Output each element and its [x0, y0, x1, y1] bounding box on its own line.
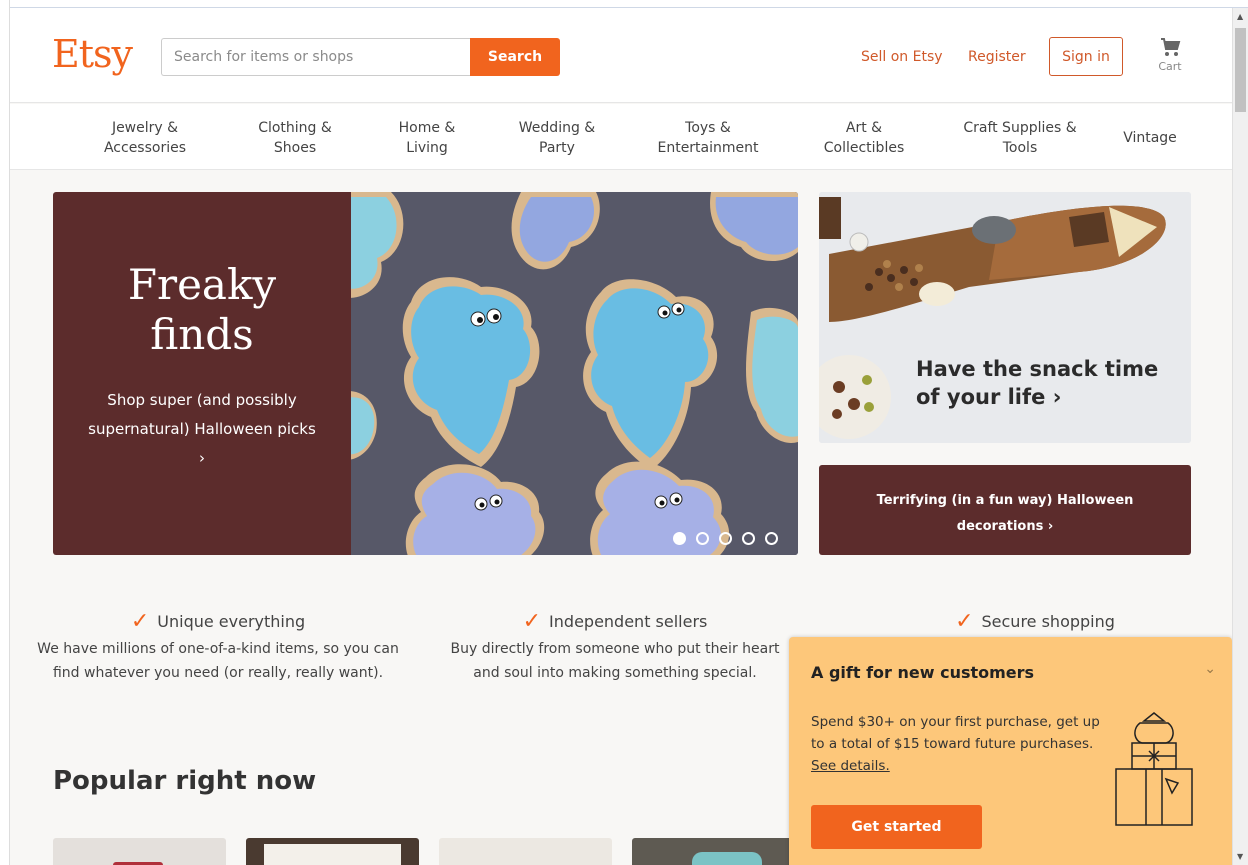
value-prop-title: Secure shopping — [981, 612, 1115, 631]
nav-item-clothing[interactable]: Clothing & Shoes — [242, 118, 348, 158]
nav-item-line: Craft Supplies & — [963, 120, 1077, 136]
nav-item-line: Party — [539, 140, 575, 156]
cart-button[interactable]: Cart — [1150, 34, 1190, 84]
listing-thumbnail[interactable] — [632, 838, 805, 865]
nav-item-line: Collectibles — [823, 140, 905, 156]
nav-item-line: Jewelry & — [111, 120, 179, 136]
listing-thumbnail[interactable] — [246, 838, 419, 865]
nav-item-line: Living — [406, 140, 448, 156]
browser-top-border — [0, 0, 1248, 8]
gift-stack-icon — [1115, 712, 1193, 826]
nav-item-wedding[interactable]: Wedding & Party — [506, 118, 608, 158]
nav-item-line: Toys & — [685, 120, 731, 136]
site-header: Etsy Search Sell on Etsy Register Sign i… — [10, 8, 1232, 103]
etsy-page: Etsy Search Sell on Etsy Register Sign i… — [10, 8, 1232, 865]
carousel-dot[interactable] — [742, 532, 755, 545]
hero-text-panel[interactable]: Freaky finds Shop super (and possibly su… — [53, 192, 351, 555]
hero-title-line: finds — [150, 310, 254, 359]
gift-popup-text: Spend $30+ on your first purchase, get u… — [811, 714, 1100, 752]
search-bar: Search — [161, 38, 560, 76]
value-prop-body: Buy directly from someone who put their … — [450, 641, 780, 681]
scroll-down-arrow-icon[interactable]: ▼ — [1237, 852, 1243, 861]
checkmark-icon: ✓ — [955, 608, 974, 634]
halloween-decorations-card[interactable]: Terrifying (in a fun way) Halloween deco… — [819, 465, 1191, 555]
nav-item-craft[interactable]: Craft Supplies & Tools — [950, 118, 1090, 158]
nav-item-line: Tools — [1002, 140, 1038, 156]
snack-promo-text[interactable]: Have the snack time of your life › — [916, 355, 1176, 411]
ghost-cookies-image[interactable] — [341, 192, 798, 555]
cart-icon — [1161, 38, 1181, 56]
nav-item-line: Shoes — [273, 140, 317, 156]
popular-heading: Popular right now — [53, 766, 317, 796]
search-button[interactable]: Search — [470, 38, 560, 76]
gift-popup-body: Spend $30+ on your first purchase, get u… — [811, 711, 1101, 777]
carousel-dot[interactable] — [765, 532, 778, 545]
nav-item-line: Vintage — [1123, 130, 1177, 146]
nav-item-line: Wedding & — [518, 120, 596, 136]
category-nav: Jewelry & Accessories Clothing & Shoes H… — [10, 104, 1232, 170]
hero-title: Freaky finds — [53, 260, 351, 360]
page-scrollbar[interactable]: ▲ ▼ — [1232, 8, 1248, 865]
nav-item-line: Home & — [398, 120, 456, 136]
scrollbar-thumb[interactable] — [1235, 28, 1246, 112]
nav-item-home[interactable]: Home & Living — [382, 118, 472, 158]
value-prop-unique: ✓ Unique everything We have millions of … — [30, 608, 406, 685]
checkmark-icon: ✓ — [522, 608, 542, 634]
halloween-decorations-text[interactable]: Terrifying (in a fun way) Halloween deco… — [859, 488, 1151, 540]
carousel-dot[interactable] — [673, 532, 686, 545]
gift-popup-title: A gift for new customers — [811, 663, 1035, 682]
collapse-chevron-icon[interactable]: ⌄ — [1204, 661, 1216, 677]
see-details-link[interactable]: See details. — [811, 758, 890, 774]
listing-thumbnail[interactable] — [53, 838, 226, 865]
snack-promo-card[interactable]: Have the snack time of your life › — [819, 192, 1191, 443]
value-prop-title: Unique everything — [157, 612, 306, 631]
value-prop-heading: ✓ Secure shopping — [910, 608, 1160, 634]
nav-item-line: Entertainment — [657, 140, 759, 156]
sell-on-etsy-link[interactable]: Sell on Etsy — [861, 49, 943, 65]
listing-thumbnail-detail — [264, 844, 401, 865]
hero-title-line: Freaky — [127, 260, 277, 309]
register-link[interactable]: Register — [968, 49, 1026, 65]
nav-item-jewelry[interactable]: Jewelry & Accessories — [82, 118, 208, 158]
sign-in-button[interactable]: Sign in — [1049, 37, 1123, 76]
scroll-up-arrow-icon[interactable]: ▲ — [1237, 12, 1243, 21]
search-input[interactable] — [161, 38, 471, 76]
ghost-cookies-illustration — [341, 192, 798, 555]
value-prop-heading: ✓ Independent sellers — [440, 608, 790, 634]
cart-label: Cart — [1158, 60, 1182, 73]
checkmark-icon: ✓ — [130, 608, 150, 634]
value-prop-secure: ✓ Secure shopping — [910, 608, 1160, 634]
value-prop-heading: ✓ Unique everything — [30, 608, 406, 634]
nav-item-art[interactable]: Art & Collectibles — [810, 118, 918, 158]
hero-carousel[interactable]: Freaky finds Shop super (and possibly su… — [53, 192, 798, 555]
nav-item-line: Art & — [845, 120, 883, 136]
hero-subtitle[interactable]: Shop super (and possibly supernatural) H… — [83, 386, 321, 473]
etsy-logo[interactable]: Etsy — [52, 32, 133, 76]
nav-item-vintage[interactable]: Vintage — [1114, 128, 1186, 148]
nav-item-line: Accessories — [103, 140, 187, 156]
new-customer-gift-popup: A gift for new customers ⌄ Spend $30+ on… — [789, 637, 1232, 865]
listing-thumbnail[interactable] — [439, 838, 612, 865]
nav-item-line: Clothing & — [258, 120, 332, 136]
browser-left-edge — [0, 0, 10, 865]
value-prop-body: We have millions of one-of-a-kind items,… — [37, 641, 399, 681]
carousel-dots — [673, 532, 778, 545]
carousel-dot[interactable] — [696, 532, 709, 545]
carousel-dot[interactable] — [719, 532, 732, 545]
get-started-button[interactable]: Get started — [811, 805, 982, 849]
nav-item-toys[interactable]: Toys & Entertainment — [646, 118, 770, 158]
value-prop-title: Independent sellers — [549, 612, 708, 631]
listing-thumbnail-detail — [692, 852, 762, 865]
value-prop-sellers: ✓ Independent sellers Buy directly from … — [440, 608, 790, 685]
